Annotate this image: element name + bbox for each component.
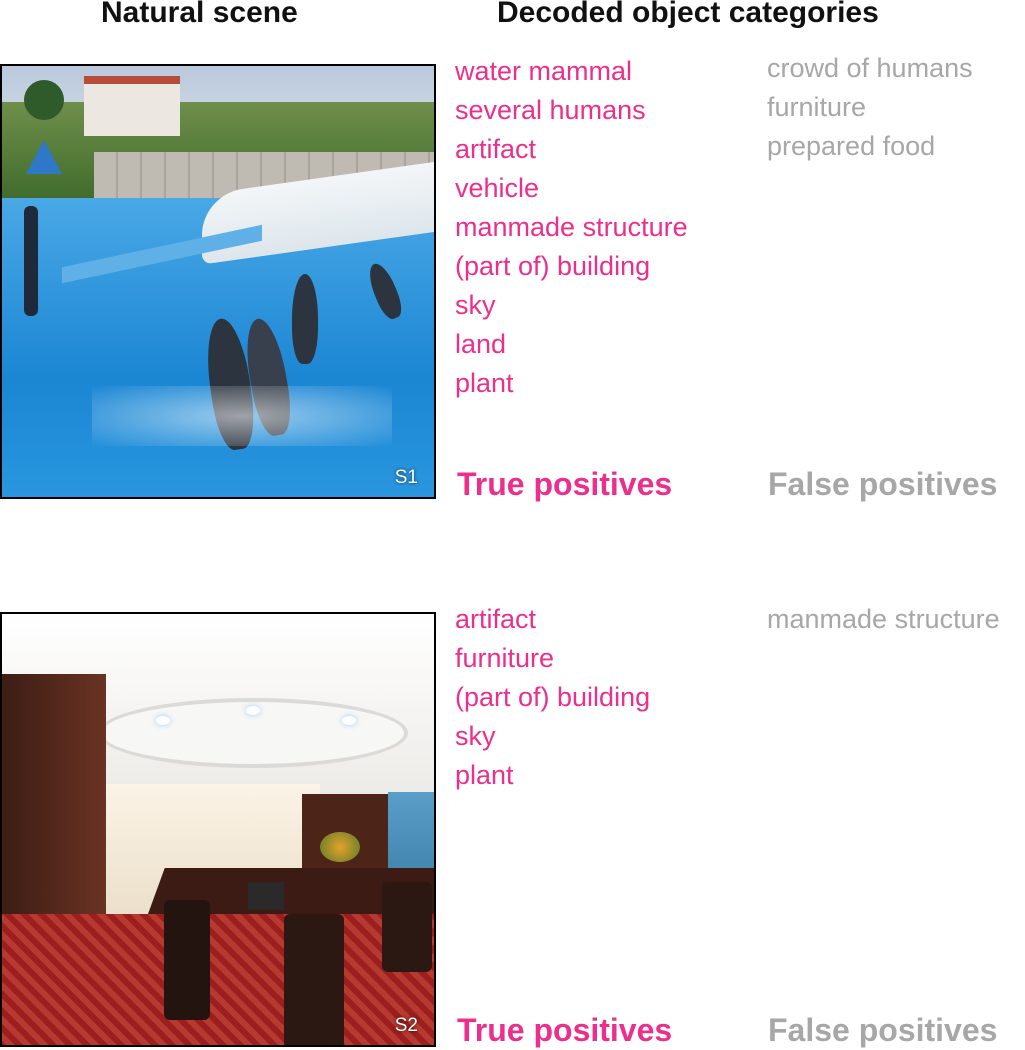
category-item: water mammal [455, 56, 633, 86]
true-positives-list-s1: water mammal several humans artifact veh… [455, 52, 688, 403]
ceiling-light [246, 706, 260, 715]
false-positives-label-s2: False positives [768, 1012, 998, 1048]
dolphin [292, 274, 318, 364]
scene-image-s2: S2 [0, 612, 436, 1047]
category-item: prepared food [767, 131, 936, 161]
chair [284, 914, 344, 1045]
chair [164, 900, 210, 1020]
chair [382, 882, 432, 972]
scene-image-s1: S1 [0, 64, 436, 499]
category-item: furniture [767, 92, 867, 122]
false-positives-list-s2: manmade structure [767, 600, 1000, 639]
decoded-categories-header: Decoded object categories [497, 0, 879, 29]
category-item: artifact [455, 134, 537, 164]
scene-id-label: S2 [394, 1015, 418, 1036]
red-roof [84, 76, 180, 84]
natural-scene-header: Natural scene [101, 0, 298, 29]
laptop [248, 882, 284, 910]
category-item: crowd of humans [767, 53, 973, 83]
true-positives-label-s2: True positives [457, 1012, 673, 1048]
category-item: land [455, 329, 507, 359]
white-building [84, 80, 180, 136]
scene-id-label: S1 [394, 467, 418, 488]
ceiling-light [342, 716, 356, 725]
true-positives-list-s2: artifact furniture (part of) building sk… [455, 600, 650, 795]
palm-tree [24, 80, 64, 120]
true-positives-label-s1: True positives [457, 466, 673, 502]
false-positives-list-s1: crowd of humans furniture prepared food [767, 49, 973, 166]
category-item: vehicle [455, 173, 540, 203]
water-splash [92, 386, 392, 446]
category-item: (part of) building [455, 251, 651, 281]
red-carpet [2, 914, 434, 1045]
category-item: sky [455, 290, 496, 320]
ceiling-light [156, 716, 170, 725]
false-positives-label-s1: False positives [768, 466, 998, 502]
category-item: furniture [455, 643, 555, 673]
category-item: manmade structure [767, 604, 1000, 634]
flower-arrangement [320, 832, 360, 862]
trainer [24, 206, 38, 316]
category-item: manmade structure [455, 212, 688, 242]
category-item: several humans [455, 95, 646, 125]
category-item: sky [455, 721, 496, 751]
category-item: plant [455, 368, 514, 398]
category-item: (part of) building [455, 682, 651, 712]
category-item: artifact [455, 604, 537, 634]
category-item: plant [455, 760, 514, 790]
